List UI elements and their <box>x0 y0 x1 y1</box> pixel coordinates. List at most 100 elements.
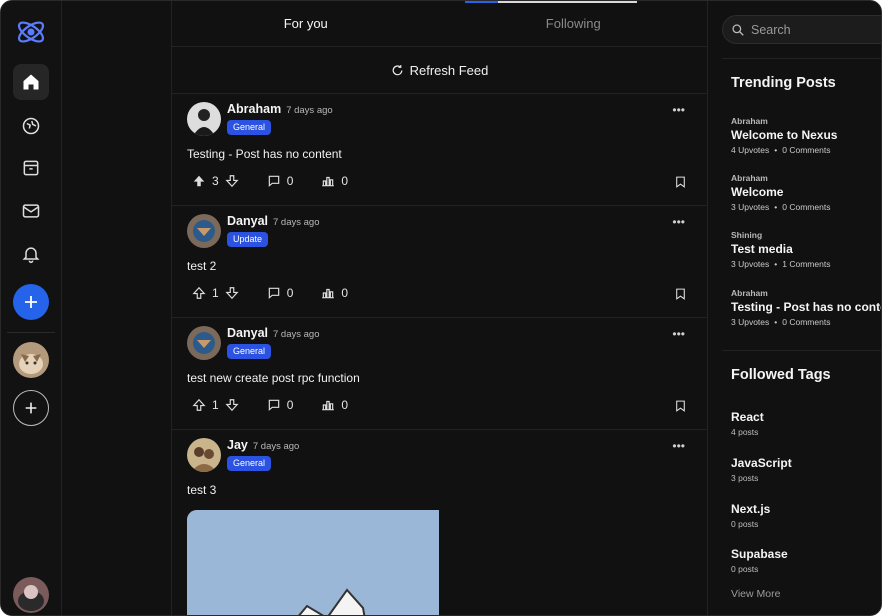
upvote-icon[interactable] <box>192 398 206 412</box>
feed-tabs: For you Following <box>172 1 707 47</box>
comment-icon[interactable] <box>267 174 281 188</box>
tab-for-you[interactable]: For you <box>172 1 440 46</box>
refresh-feed-button[interactable]: Refresh Feed <box>172 47 707 94</box>
tag-count: 0 posts <box>731 564 759 574</box>
post-content[interactable]: test 2 <box>187 259 216 273</box>
user-avatar[interactable] <box>13 577 49 613</box>
trending-post-title[interactable]: Test media <box>731 242 881 256</box>
avatar[interactable] <box>187 102 221 136</box>
stats-icon[interactable] <box>321 398 335 412</box>
followed-tag[interactable]: Next.js 0 posts <box>731 502 770 529</box>
post-tag[interactable]: General <box>227 344 272 359</box>
community-avatar[interactable] <box>13 342 49 378</box>
trending-post[interactable]: Abraham Welcome to Nexus 4 Upvotes • 0 Com… <box>731 116 881 155</box>
trending-title: Trending Posts <box>731 75 836 91</box>
upvote-icon[interactable] <box>192 174 206 188</box>
post-author[interactable]: Abraham 7 days ago <box>227 102 333 116</box>
post-time: 7 days ago <box>273 329 320 340</box>
divider <box>722 58 881 59</box>
trending-post-title[interactable]: Welcome to Nexus <box>731 128 881 142</box>
media-image[interactable] <box>187 510 439 615</box>
post-media[interactable] <box>187 510 694 615</box>
trending-post[interactable]: Abraham Welcome 3 Upvotes • 0 Comments <box>731 173 881 212</box>
post-author[interactable]: Danyal 7 days ago <box>227 326 319 340</box>
create-post-button[interactable] <box>13 284 49 320</box>
add-community-button[interactable] <box>13 390 49 426</box>
post-tag[interactable]: General <box>227 456 272 471</box>
comment-count: 0 <box>286 174 294 188</box>
post-tag[interactable]: General <box>227 120 272 135</box>
nav-messages[interactable] <box>13 193 49 229</box>
bookmark-icon[interactable] <box>674 175 687 189</box>
stats-icon[interactable] <box>321 174 335 188</box>
explore-icon <box>22 117 40 135</box>
view-more-link[interactable]: View More <box>731 588 780 600</box>
main-feed: For you Following Refresh Feed Abraham 7 … <box>171 1 708 615</box>
upvote-count: 1 <box>212 398 219 412</box>
more-options-icon[interactable]: ••• <box>672 439 685 453</box>
trending-post[interactable]: Abraham Testing - Post has no content 3 … <box>731 288 881 327</box>
refresh-label: Refresh Feed <box>409 62 489 78</box>
post-card[interactable]: Danyal 7 days ago General ••• test new cr… <box>172 318 707 430</box>
post-author[interactable]: Jay 7 days ago <box>227 438 299 452</box>
upvote-count: 3 <box>212 174 219 188</box>
followed-tag[interactable]: JavaScript 3 posts <box>731 456 792 483</box>
tag-count: 4 posts <box>731 427 759 437</box>
mail-icon <box>22 204 40 218</box>
tag-name[interactable]: React <box>731 410 764 424</box>
trending-post[interactable]: Shining Test media 3 Upvotes • 1 Comments <box>731 230 881 269</box>
bookmark-icon[interactable] <box>674 399 687 413</box>
stats-count: 0 <box>341 174 349 188</box>
post-time: 7 days ago <box>252 441 300 452</box>
trending-post-title[interactable]: Testing - Post has no content <box>731 300 881 314</box>
comment-count: 0 <box>286 286 294 300</box>
avatar[interactable] <box>187 438 221 472</box>
upvote-icon[interactable] <box>192 286 206 300</box>
post-actions: 3 0 0 <box>192 174 376 188</box>
downvote-icon[interactable] <box>225 398 239 412</box>
post-content[interactable]: test new create post rpc function <box>187 371 360 385</box>
avatar[interactable] <box>187 326 221 360</box>
tab-following[interactable]: Following <box>440 1 708 46</box>
post-tag[interactable]: Update <box>227 232 269 247</box>
tag-count: 0 posts <box>731 519 759 529</box>
post-content[interactable]: Testing - Post has no content <box>187 147 342 161</box>
nav-archive[interactable] <box>13 150 49 186</box>
logo-icon[interactable] <box>13 14 49 50</box>
more-options-icon[interactable]: ••• <box>672 103 685 117</box>
trending-author: Abraham <box>731 173 768 183</box>
post-author[interactable]: Danyal 7 days ago <box>227 214 319 228</box>
stats-icon[interactable] <box>321 286 335 300</box>
search-bar[interactable]: Search <box>722 15 881 44</box>
followed-tag[interactable]: React 4 posts <box>731 410 764 437</box>
plus-circle-icon <box>25 402 37 414</box>
followed-tags-title: Followed Tags <box>731 367 831 383</box>
post-card[interactable]: Abraham 7 days ago General ••• Testing - … <box>172 94 707 206</box>
refresh-icon <box>392 64 403 75</box>
tag-name[interactable]: Next.js <box>731 502 770 516</box>
trending-meta: 3 Upvotes • 0 Comments <box>731 202 831 212</box>
tab-indicator <box>465 1 637 3</box>
search-input[interactable]: Search <box>751 23 791 37</box>
followed-tag[interactable]: Supabase 0 posts <box>731 547 788 574</box>
nav-explore[interactable] <box>13 108 49 144</box>
downvote-icon[interactable] <box>225 174 239 188</box>
comment-icon[interactable] <box>267 398 281 412</box>
trending-post-title[interactable]: Welcome <box>731 185 881 199</box>
more-options-icon[interactable]: ••• <box>672 215 685 229</box>
bookmark-icon[interactable] <box>674 287 687 301</box>
avatar[interactable] <box>187 214 221 248</box>
tag-name[interactable]: Supabase <box>731 547 788 561</box>
downvote-icon[interactable] <box>225 286 239 300</box>
more-options-icon[interactable]: ••• <box>672 327 685 341</box>
nav-notifications[interactable] <box>13 236 49 272</box>
comment-count: 0 <box>286 398 294 412</box>
post-content[interactable]: test 3 <box>187 483 216 497</box>
post-card[interactable]: Danyal 7 days ago Update ••• test 2 1 0 0 <box>172 206 707 318</box>
nav-home[interactable] <box>13 64 49 100</box>
trending-author: Shining <box>731 230 763 240</box>
trending-meta: 3 Upvotes • 1 Comments <box>731 259 831 269</box>
comment-icon[interactable] <box>267 286 281 300</box>
tag-name[interactable]: JavaScript <box>731 456 792 470</box>
stats-count: 0 <box>341 398 349 412</box>
